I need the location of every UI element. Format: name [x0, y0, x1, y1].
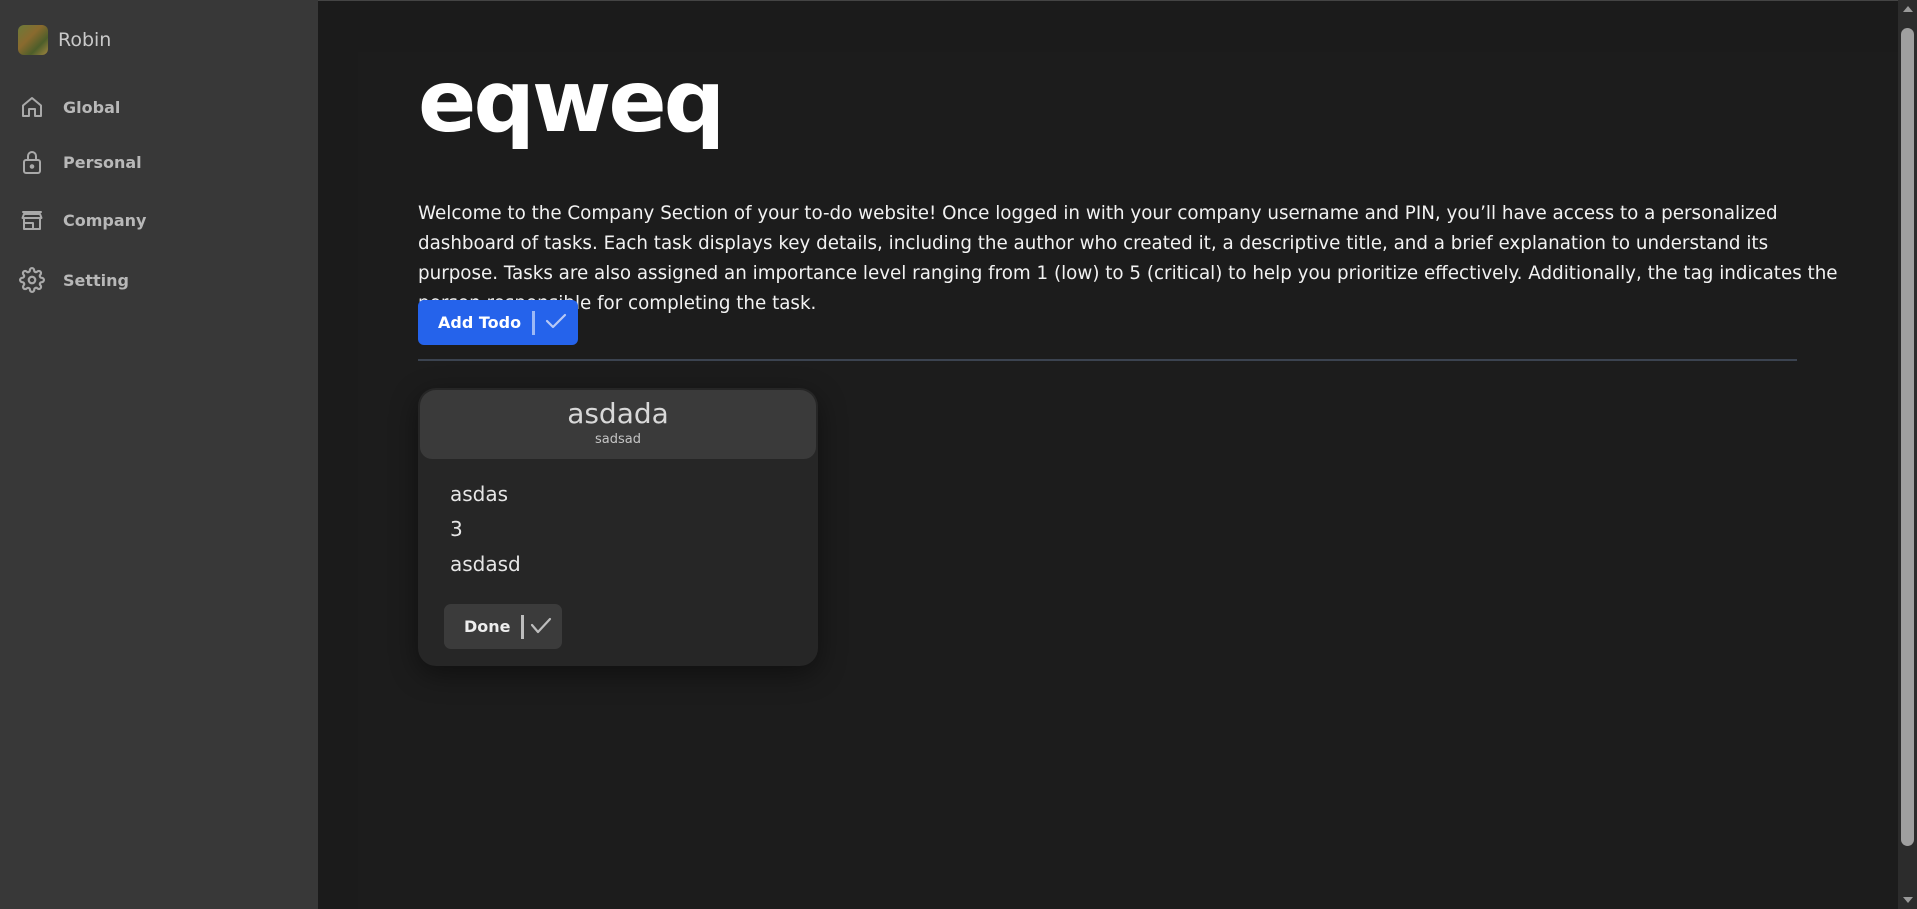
gear-icon — [18, 266, 46, 294]
check-icon — [545, 313, 567, 333]
scroll-down-arrow-icon[interactable] — [1903, 897, 1913, 903]
sidebar-item-personal[interactable]: Personal — [18, 145, 142, 179]
vertical-scrollbar[interactable] — [1898, 0, 1917, 909]
todo-title: asdada — [567, 397, 669, 430]
sidebar: Robin Global Personal Company Setting — [0, 0, 318, 909]
sidebar-item-setting[interactable]: Setting — [18, 263, 129, 297]
sidebar-item-company[interactable]: Company — [18, 203, 146, 237]
scroll-thumb[interactable] — [1901, 28, 1914, 846]
todo-author: sadsad — [595, 432, 641, 447]
sidebar-item-label: Setting — [63, 270, 129, 290]
done-label: Done — [464, 617, 511, 636]
button-separator — [520, 614, 524, 639]
sidebar-item-label: Global — [63, 97, 121, 117]
section-divider — [418, 359, 1797, 361]
sidebar-item-label: Company — [63, 210, 147, 230]
todo-importance: 3 — [450, 517, 463, 541]
app-window: Robin Global Personal Company Setting eq… — [0, 0, 1917, 909]
todo-tag: asdasd — [450, 552, 521, 576]
lock-icon — [18, 148, 46, 176]
user-profile[interactable]: Robin — [18, 24, 111, 56]
user-name: Robin — [58, 29, 112, 51]
home-icon — [18, 93, 46, 121]
check-icon — [530, 616, 552, 638]
button-separator — [532, 310, 536, 335]
add-todo-label: Add Todo — [438, 313, 522, 332]
sidebar-item-global[interactable]: Global — [18, 90, 120, 124]
todo-card-header: asdada sadsad — [420, 390, 816, 459]
done-button[interactable]: Done — [444, 604, 562, 649]
todo-card: asdada sadsad asdas 3 asdasd Done — [418, 388, 818, 666]
sidebar-item-label: Personal — [63, 152, 142, 172]
page-title: eqweq — [418, 52, 725, 152]
add-todo-button[interactable]: Add Todo — [418, 300, 578, 345]
avatar — [18, 25, 48, 55]
store-icon — [18, 206, 46, 234]
todo-description: asdas — [450, 482, 509, 506]
scroll-up-arrow-icon[interactable] — [1903, 6, 1913, 12]
page-description: Welcome to the Company Section of your t… — [418, 203, 1838, 314]
